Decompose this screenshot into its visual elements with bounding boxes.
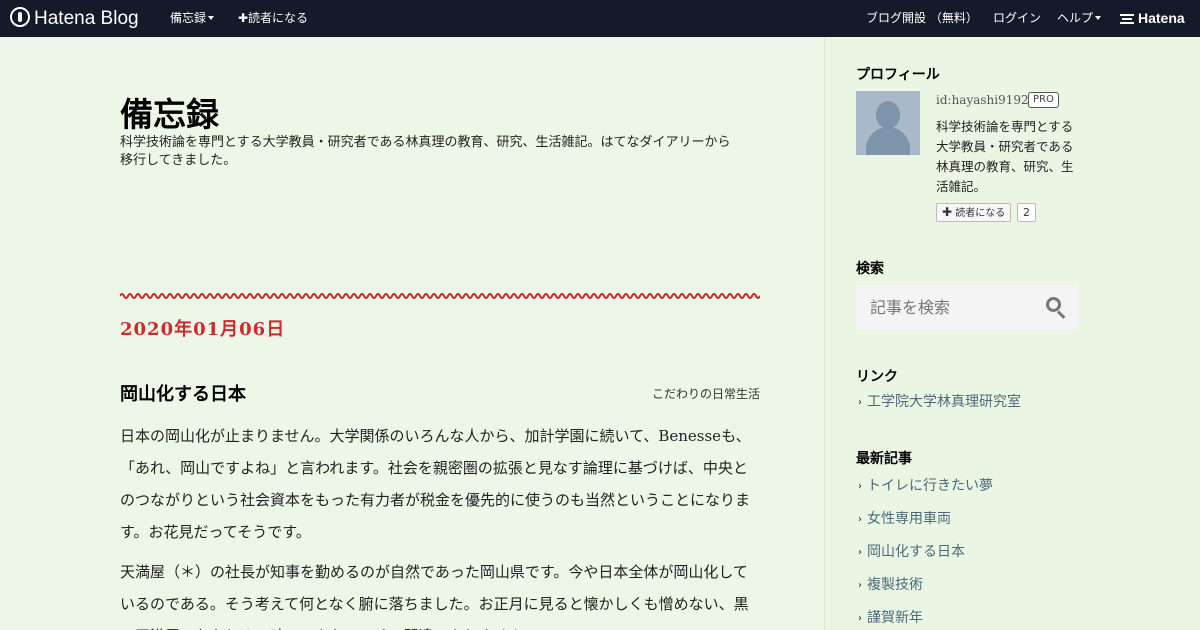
arrow-right-icon: › — [858, 397, 862, 408]
help-dropdown[interactable]: ヘルプ — [1057, 0, 1102, 37]
search-icon-handle — [1056, 310, 1066, 319]
avatar-body-shape — [866, 127, 910, 155]
plus-icon: ✚ — [942, 205, 953, 219]
signup-label: ブログ開設 （無料） — [866, 11, 978, 25]
entry-title[interactable]: 岡山化する日本 — [120, 380, 246, 406]
help-label: ヘルプ — [1057, 11, 1094, 25]
signup-link[interactable]: ブログ開設 （無料） — [866, 0, 978, 37]
caret-down-icon — [208, 16, 215, 20]
list-item[interactable]: › 複製技術 — [858, 569, 993, 602]
list-item[interactable]: › 謹賀新年 — [858, 602, 993, 630]
entry-date[interactable]: 2020年01月06日 — [120, 315, 285, 341]
arrow-right-icon: › — [858, 613, 862, 624]
recent-entries-list: › トイレに行きたい夢 › 女性専用車両 › 岡山化する日本 › 複製技術 › 謹賀新年 — [858, 470, 993, 630]
blog-menu-label: 備忘録 — [170, 11, 207, 25]
caret-down-icon — [1095, 16, 1102, 20]
list-item[interactable]: › 工学院大学林真理研究室 — [858, 386, 1021, 419]
search-box — [856, 285, 1078, 330]
arrow-right-icon: › — [858, 580, 862, 591]
arrow-right-icon: › — [858, 481, 862, 492]
hatena-logo[interactable]: Hatena — [1120, 0, 1190, 37]
list-item[interactable]: › 岡山化する日本 — [858, 536, 993, 569]
blog-description: 科学技術論を専門とする大学教員・研究者である林真理の教育、研究、生活雑記。はてな… — [120, 135, 731, 168]
recent-entry-label: 岡山化する日本 — [867, 544, 965, 560]
entry-paragraph: 天満屋（＊）の社長が知事を勤めるのが自然であった岡山県です。今や日本全体が岡山化… — [120, 563, 749, 630]
reader-count[interactable]: 2 — [1017, 203, 1036, 222]
login-label: ログイン — [993, 11, 1042, 25]
recent-entry-label: トイレに行きたい夢 — [867, 478, 993, 494]
recent-entry-label: 複製技術 — [867, 577, 923, 593]
list-item[interactable]: › 女性専用車両 — [858, 503, 993, 536]
entry-category-link[interactable]: こだわりの日常生活 — [652, 385, 760, 402]
pro-badge: PRO — [1028, 92, 1059, 108]
hatena-blog-logo[interactable]: Hatena Blog — [10, 0, 139, 37]
wavy-divider — [120, 293, 760, 299]
arrow-right-icon: › — [858, 514, 862, 525]
list-item[interactable]: › トイレに行きたい夢 — [858, 470, 993, 503]
logo-text: Hatena Blog — [34, 8, 139, 29]
blog-title[interactable]: 備忘録 — [120, 88, 219, 136]
hatena-mark-icon — [1120, 14, 1134, 24]
links-list: › 工学院大学林真理研究室 — [858, 386, 1021, 419]
recent-entry-label: 女性専用車両 — [867, 511, 951, 527]
login-link[interactable]: ログイン — [993, 0, 1041, 37]
search-icon[interactable] — [1046, 297, 1066, 319]
profile-description: 科学技術論を専門とする大学教員・研究者である林真理の教育、研究、生活雑記。 — [936, 119, 1074, 194]
subscribe-button-label: 読者になる — [955, 208, 1006, 219]
profile-id-link[interactable]: id:hayashi9192 — [936, 93, 1029, 107]
avatar[interactable] — [856, 91, 920, 155]
recent-module-title: 最新記事 — [856, 451, 912, 467]
links-module-title: リンク — [856, 369, 898, 385]
hatena-logo-text: Hatena — [1138, 10, 1185, 26]
search-input[interactable] — [856, 285, 1036, 330]
hatena-blog-logo-icon — [10, 7, 30, 27]
subscribe-button[interactable]: ✚ 読者になる — [936, 203, 1012, 222]
nav-subscribe-label: ✚読者になる — [238, 11, 309, 25]
search-module-title: 検索 — [856, 261, 884, 277]
entry-paragraph: 日本の岡山化が止まりません。大学関係のいろんな人から、加計学園に続いて、Bene… — [120, 427, 751, 541]
entry-body: 日本の岡山化が止まりません。大学関係のいろんな人から、加計学園に続いて、Bene… — [120, 420, 760, 630]
recent-entry-label: 謹賀新年 — [867, 610, 923, 626]
nav-subscribe-button[interactable]: ✚読者になる — [238, 0, 308, 37]
profile-module-title: プロフィール — [856, 67, 940, 83]
avatar-head-shape — [876, 101, 900, 129]
arrow-right-icon: › — [858, 547, 862, 558]
link-label: 工学院大学林真理研究室 — [867, 394, 1021, 410]
blog-menu-dropdown[interactable]: 備忘録 — [170, 0, 215, 37]
top-nav-bar: Hatena Blog 備忘録 ✚読者になる ブログ開設 （無料） ログイン ヘ… — [0, 0, 1200, 37]
